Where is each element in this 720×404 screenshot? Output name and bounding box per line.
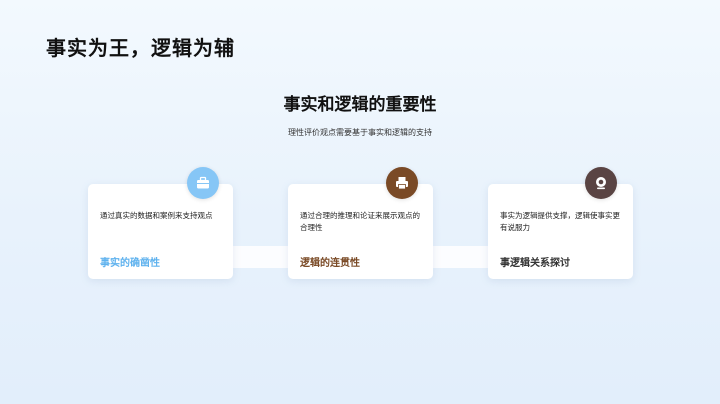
- webcam-icon: [585, 167, 617, 199]
- printer-icon: [386, 167, 418, 199]
- card-label: 事逻辑关系探讨: [500, 258, 570, 269]
- card-label: 逻辑的连贯性: [300, 258, 360, 269]
- briefcase-icon: [187, 167, 219, 199]
- card-logic-coherence: 通过合理的推理和论证来展示观点的合理性 逻辑的连贯性: [288, 184, 433, 279]
- card-label: 事实的确凿性: [100, 258, 160, 269]
- card-description: 事实为逻辑提供支撑，逻辑使事实更有说服力: [500, 211, 620, 232]
- connector-1: [231, 246, 289, 268]
- card-fact-certainty: 通过真实的数据和案例来支持观点 事实的确凿性: [88, 184, 233, 279]
- section-subtitle: 理性评价观点需要基于事实和逻辑的支持: [288, 128, 432, 137]
- card-description: 通过真实的数据和案例来支持观点: [100, 211, 213, 220]
- slide-title: 事实为王，逻辑为辅: [46, 36, 235, 60]
- connector-2: [431, 246, 489, 268]
- card-relationship: 事实为逻辑提供支撑，逻辑使事实更有说服力 事逻辑关系探讨: [488, 184, 633, 279]
- section-heading: 事实和逻辑的重要性: [283, 95, 437, 115]
- card-description: 通过合理的推理和论证来展示观点的合理性: [300, 211, 420, 232]
